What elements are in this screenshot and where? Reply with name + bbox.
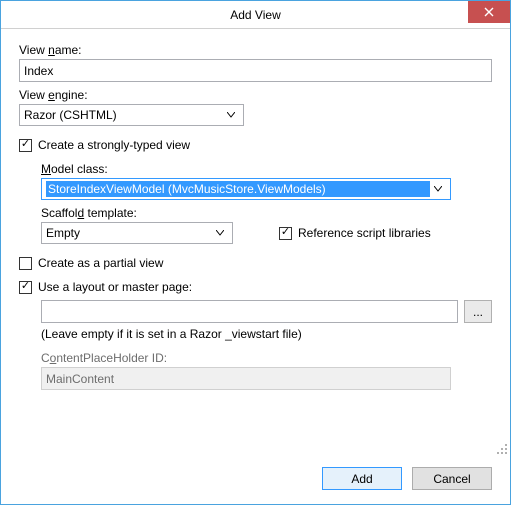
button-row: Add Cancel (1, 457, 510, 504)
view-engine-label: View engine: (19, 88, 492, 102)
model-class-combo[interactable]: StoreIndexViewModel (MvcMusicStore.ViewM… (41, 178, 451, 200)
chevron-down-icon (430, 186, 446, 192)
close-icon (484, 7, 494, 17)
ref-scripts-checkbox[interactable] (279, 227, 292, 240)
use-layout-label: Use a layout or master page: (38, 280, 192, 294)
strongly-typed-row: Create a strongly-typed view (19, 138, 492, 152)
window-title: Add View (230, 8, 280, 22)
resize-grip[interactable] (494, 441, 508, 455)
strongly-typed-checkbox[interactable] (19, 139, 32, 152)
view-name-input[interactable] (19, 59, 492, 82)
dialog-content: View name: View engine: Razor (CSHTML) C… (1, 29, 510, 457)
strongly-typed-label: Create a strongly-typed view (38, 138, 190, 152)
ref-scripts-label: Reference script libraries (298, 226, 431, 240)
cancel-button[interactable]: Cancel (412, 467, 492, 490)
view-engine-combo[interactable]: Razor (CSHTML) (19, 104, 244, 126)
use-layout-checkbox[interactable] (19, 281, 32, 294)
cph-label: ContentPlaceHolder ID: (41, 351, 492, 365)
layout-help-text: (Leave empty if it is set in a Razor _vi… (41, 327, 492, 341)
scaffold-combo[interactable]: Empty (41, 222, 233, 244)
partial-view-label: Create as a partial view (38, 256, 163, 270)
add-button[interactable]: Add (322, 467, 402, 490)
chevron-down-icon (212, 230, 228, 236)
view-engine-value: Razor (CSHTML) (24, 108, 223, 122)
partial-row: Create as a partial view (19, 256, 492, 270)
titlebar: Add View (1, 1, 510, 29)
chevron-down-icon (223, 112, 239, 118)
add-view-dialog: Add View View name: View engine: Razor (… (0, 0, 511, 505)
use-layout-row: Use a layout or master page: (19, 280, 492, 294)
model-class-value: StoreIndexViewModel (MvcMusicStore.ViewM… (46, 181, 430, 197)
close-button[interactable] (468, 1, 510, 23)
scaffold-label: Scaffold template: (41, 206, 492, 220)
model-class-label: Model class: (41, 162, 492, 176)
partial-view-checkbox[interactable] (19, 257, 32, 270)
scaffold-value: Empty (46, 226, 212, 240)
layout-path-input[interactable] (41, 300, 458, 323)
view-name-label: View name: (19, 43, 492, 57)
browse-button[interactable]: ... (464, 300, 492, 323)
cph-input (41, 367, 451, 390)
